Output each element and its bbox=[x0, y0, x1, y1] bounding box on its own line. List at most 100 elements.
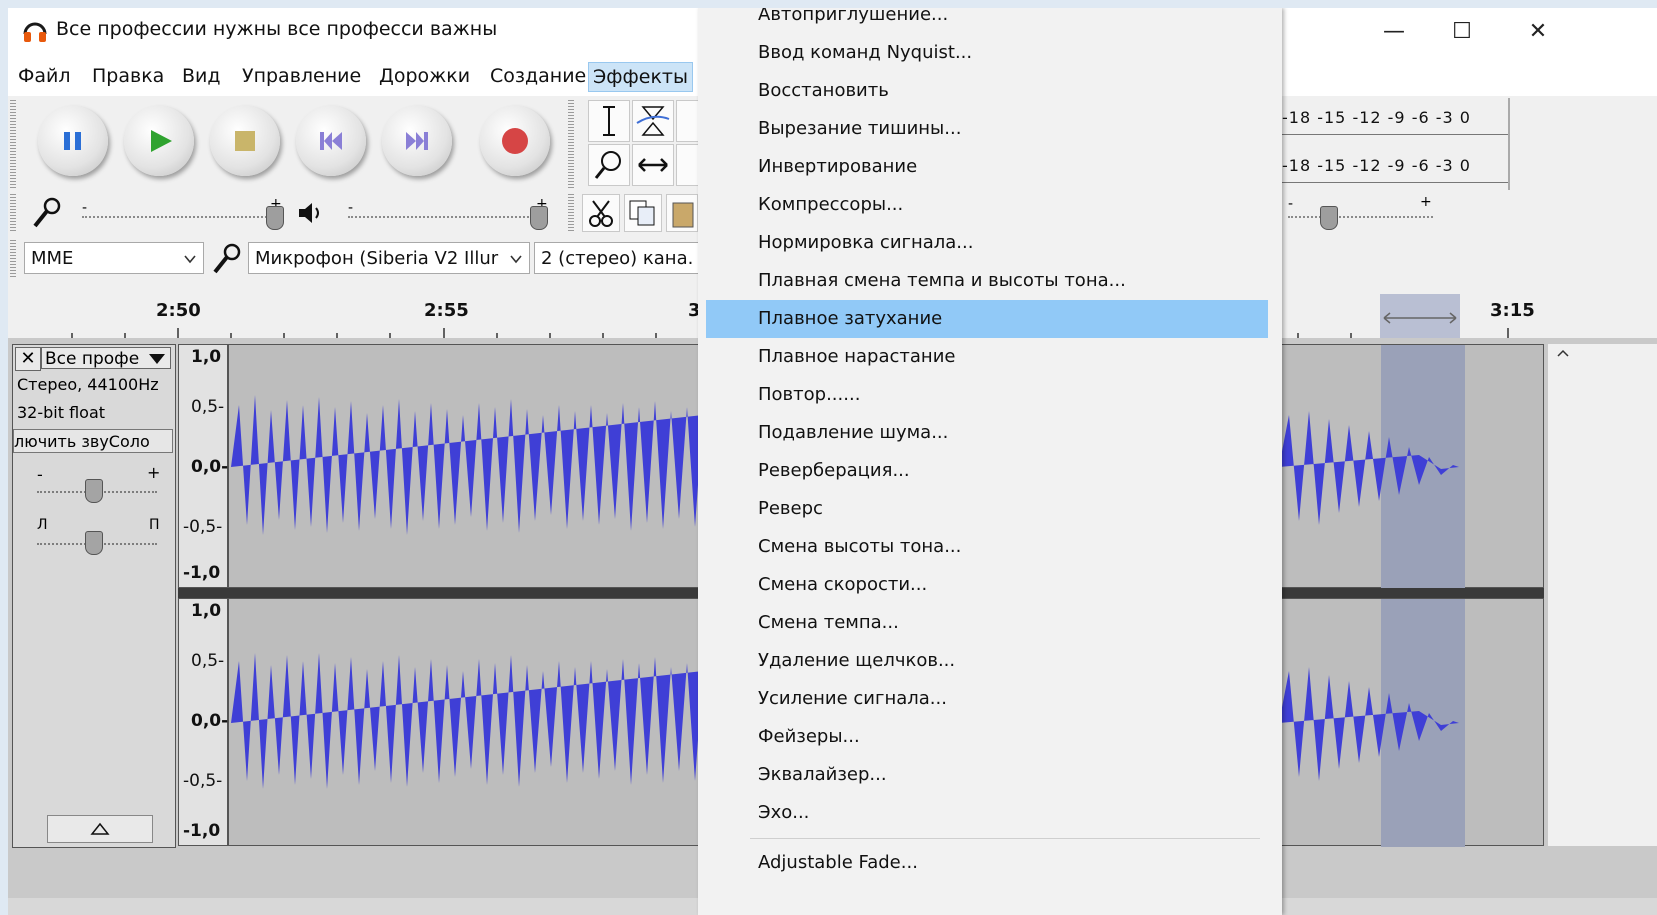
playback-speed-slider[interactable] bbox=[1320, 206, 1338, 230]
time-shift-tool[interactable] bbox=[632, 144, 674, 186]
playback-speed-max: + bbox=[1420, 194, 1432, 210]
track-close-button[interactable]: ✕ bbox=[15, 347, 41, 371]
scale-label: 0,5- bbox=[191, 397, 225, 417]
magnifier-icon bbox=[594, 151, 621, 179]
audio-host-value: MME bbox=[31, 248, 74, 269]
menu-item-echo[interactable]: Эхо... bbox=[706, 794, 1268, 832]
scale-label: -1,0 bbox=[183, 563, 221, 583]
record-meter[interactable] bbox=[1282, 134, 1508, 135]
menu-generate[interactable]: Создание bbox=[486, 62, 590, 90]
collapse-track-button[interactable] bbox=[47, 815, 153, 843]
close-icon: ✕ bbox=[20, 348, 36, 369]
menu-item-nyquist-prompt[interactable]: Ввод команд Nyquist... bbox=[706, 34, 1268, 72]
menu-item-reverb[interactable]: Реверберация... bbox=[706, 452, 1268, 490]
menu-item-reverse[interactable]: Реверс bbox=[706, 490, 1268, 528]
record-meter-scale: -18 -15 -12 -9 -6 -3 0 bbox=[1282, 108, 1471, 127]
effects-dropdown-menu: Автоприглушение... Ввод команд Nyquist..… bbox=[698, 8, 1282, 915]
vertical-scrollbar[interactable] bbox=[1548, 344, 1657, 846]
paste-button[interactable] bbox=[666, 194, 698, 232]
menu-item-truncate-silence[interactable]: Вырезание тишины... bbox=[706, 110, 1268, 148]
copy-button[interactable] bbox=[624, 194, 662, 232]
channels-select[interactable]: 2 (стерео) кана. bbox=[534, 242, 704, 274]
menu-effects[interactable]: Эффекты bbox=[588, 62, 693, 92]
audacity-window: Все профессии нужны все професси важны —… bbox=[8, 8, 1657, 915]
vertical-scale-bottom[interactable]: 1,0 0,5- 0,0- -0,5- -1,0 bbox=[178, 598, 228, 846]
scale-label: 1,0 bbox=[191, 601, 222, 621]
record-volume-slider[interactable] bbox=[266, 206, 284, 230]
menu-file[interactable]: Файл bbox=[14, 62, 75, 90]
mixer-grip[interactable] bbox=[10, 192, 16, 232]
pan-left-label: Л bbox=[37, 517, 48, 533]
menu-item-noise-reduction[interactable]: Подавление шума... bbox=[706, 414, 1268, 452]
menu-edit[interactable]: Правка bbox=[88, 62, 168, 90]
edit-grip[interactable] bbox=[568, 192, 574, 232]
menu-item-invert[interactable]: Инвертирование bbox=[706, 148, 1268, 186]
skip-start-button[interactable] bbox=[296, 106, 366, 176]
menu-item-equalization[interactable]: Эквалайзер... bbox=[706, 756, 1268, 794]
scissors-icon bbox=[589, 200, 613, 227]
record-volume-track bbox=[82, 216, 278, 218]
i-beam-icon bbox=[603, 106, 615, 136]
minimize-button[interactable]: — bbox=[1364, 14, 1424, 50]
menu-item-repeat[interactable]: Повтор...... bbox=[706, 376, 1268, 414]
skip-end-button[interactable] bbox=[382, 106, 452, 176]
scale-label: 1,0 bbox=[191, 347, 222, 367]
menu-item-change-speed[interactable]: Смена скорости... bbox=[706, 566, 1268, 604]
chevron-down-icon bbox=[510, 255, 522, 264]
menu-tracks[interactable]: Дорожки bbox=[375, 62, 474, 90]
record-button[interactable] bbox=[480, 106, 550, 176]
playback-speed-track bbox=[1288, 216, 1433, 218]
headphones-icon bbox=[23, 22, 47, 42]
multi-tool[interactable] bbox=[676, 144, 700, 186]
vertical-scale-top[interactable]: 1,0 0,5- 0,0- -0,5- -1,0 bbox=[178, 344, 228, 588]
menu-item-compressor[interactable]: Компрессоры... bbox=[706, 186, 1268, 224]
menu-item-auto-duck[interactable]: Автоприглушение... bbox=[706, 8, 1268, 34]
record-volume-min: - bbox=[82, 200, 88, 216]
mute-solo-buttons[interactable]: лючить звуСоло bbox=[13, 429, 173, 453]
play-button[interactable] bbox=[124, 106, 194, 176]
clipboard-icon bbox=[672, 202, 694, 228]
play-volume-slider[interactable] bbox=[530, 206, 548, 230]
close-button[interactable]: ✕ bbox=[1508, 14, 1568, 50]
menu-item-fade-out[interactable]: Плавное затухание bbox=[706, 300, 1268, 338]
cut-button[interactable] bbox=[582, 194, 620, 232]
toolbar-grip[interactable] bbox=[10, 98, 16, 188]
menu-item-repair[interactable]: Восстановить bbox=[706, 72, 1268, 110]
device-grip[interactable] bbox=[10, 238, 16, 278]
microphone-icon bbox=[33, 197, 61, 228]
pan-slider[interactable] bbox=[85, 531, 103, 555]
track-name-menu[interactable]: Все профе bbox=[41, 347, 171, 369]
recording-device-value: Микрофон (Siberia V2 Illur bbox=[255, 248, 499, 269]
recording-device-select[interactable]: Микрофон (Siberia V2 Illur bbox=[248, 242, 530, 274]
maximize-button[interactable]: ☐ bbox=[1432, 14, 1492, 50]
play-meter-scale: -18 -15 -12 -9 -6 -3 0 bbox=[1282, 156, 1471, 175]
menu-item-amplify[interactable]: Усиление сигнала... bbox=[706, 680, 1268, 718]
draw-tool[interactable] bbox=[676, 100, 700, 142]
pause-button[interactable] bbox=[38, 106, 108, 176]
pause-icon bbox=[64, 132, 81, 150]
stop-button[interactable] bbox=[210, 106, 280, 176]
menu-item-sliding-stretch[interactable]: Плавная смена темпа и высоты тона... bbox=[706, 262, 1268, 300]
gain-min-label: - bbox=[37, 465, 43, 484]
menu-item-normalize[interactable]: Нормировка сигнала... bbox=[706, 224, 1268, 262]
chevron-down-icon bbox=[184, 255, 196, 264]
collapse-arrow-icon bbox=[90, 822, 110, 835]
play-icon bbox=[151, 130, 172, 152]
audio-host-select[interactable]: MME bbox=[24, 242, 204, 274]
menu-item-change-tempo[interactable]: Смена темпа... bbox=[706, 604, 1268, 642]
menu-item-phaser[interactable]: Фейзеры... bbox=[706, 718, 1268, 756]
menu-transport[interactable]: Управление bbox=[238, 62, 365, 90]
menu-item-change-pitch[interactable]: Смена высоты тона... bbox=[706, 528, 1268, 566]
zoom-tool[interactable] bbox=[588, 144, 630, 186]
menu-view[interactable]: Вид bbox=[178, 62, 225, 90]
menu-item-click-removal[interactable]: Удаление щелчков... bbox=[706, 642, 1268, 680]
menu-item-adjustable-fade[interactable]: Adjustable Fade... bbox=[706, 844, 1268, 882]
gain-slider[interactable] bbox=[85, 479, 103, 503]
envelope-tool[interactable] bbox=[632, 100, 674, 142]
menu-item-fade-in[interactable]: Плавное нарастание bbox=[706, 338, 1268, 376]
selection-tool[interactable] bbox=[588, 100, 630, 142]
scale-label: -1,0 bbox=[183, 821, 221, 841]
tools-grip[interactable] bbox=[568, 98, 574, 188]
play-meter[interactable] bbox=[1282, 182, 1508, 183]
track-control-panel: ✕ Все профе Стерео, 44100Hz 32-bit float… bbox=[12, 344, 176, 848]
